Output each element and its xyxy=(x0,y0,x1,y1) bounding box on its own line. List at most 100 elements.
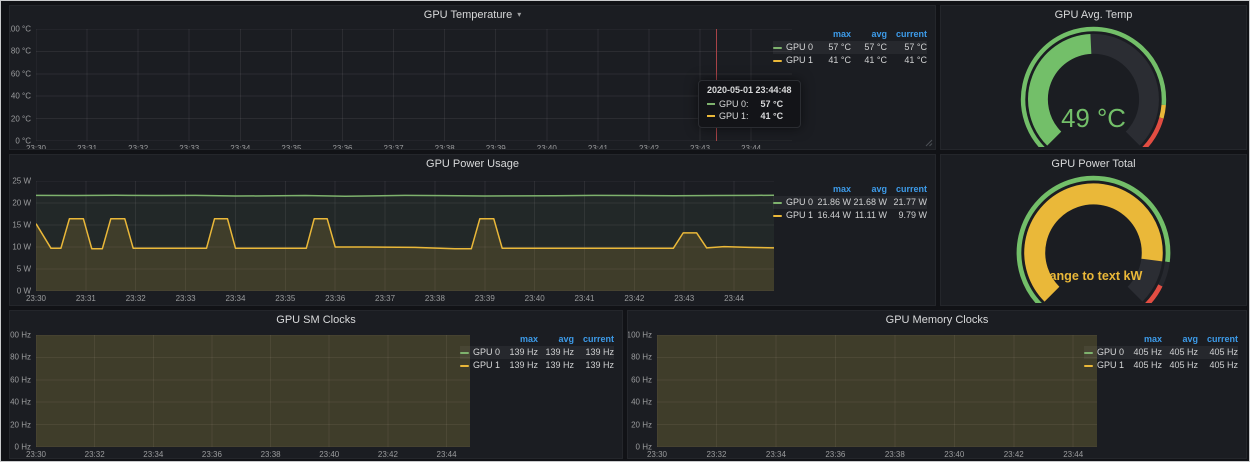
legend-header[interactable]: avg xyxy=(851,28,887,41)
x-axis-tick-label: 23:31 xyxy=(76,294,96,303)
legend-series-color xyxy=(1084,365,1093,367)
legend-value: 21.68 W xyxy=(851,196,887,209)
x-axis-tick-label: 23:36 xyxy=(332,144,352,150)
legend-value: 139 Hz xyxy=(538,359,574,372)
x-axis-tick-label: 23:44 xyxy=(437,450,457,459)
legend-header[interactable]: max xyxy=(1126,333,1162,346)
legend-value: 57 °C xyxy=(815,41,851,54)
legend-series-toggle[interactable]: GPU 0 xyxy=(1084,346,1126,359)
legend-header[interactable]: current xyxy=(887,28,927,41)
panel-title-gpu-power-usage[interactable]: GPU Power Usage xyxy=(10,155,935,175)
x-axis-tick-label: 23:41 xyxy=(574,294,594,303)
x-axis-tick-label: 23:40 xyxy=(944,450,964,459)
x-axis-tick-label: 23:32 xyxy=(128,144,148,150)
x-axis-tick-label: 23:36 xyxy=(325,294,345,303)
x-axis-tick-label: 23:38 xyxy=(261,450,281,459)
x-axis-tick-label: 23:43 xyxy=(690,144,710,150)
gauge: 49 °C xyxy=(941,26,1246,147)
y-axis-tick-label: 40 °C xyxy=(11,92,31,101)
x-axis-tick-label: 23:40 xyxy=(319,450,339,459)
legend-header[interactable]: current xyxy=(887,183,927,196)
chart-canvas[interactable] xyxy=(36,181,774,291)
legend-value: 41 °C xyxy=(815,54,851,67)
legend-header[interactable]: current xyxy=(574,333,614,346)
panel-title-text: GPU Power Total xyxy=(1051,158,1135,170)
x-axis-tick-label: 23:33 xyxy=(176,294,196,303)
series-color-marker xyxy=(707,103,715,105)
legend-series-color xyxy=(773,60,782,62)
legend-series-toggle[interactable]: GPU 1 xyxy=(1084,359,1126,372)
legend-header[interactable]: max xyxy=(502,333,538,346)
chart-plot-area[interactable] xyxy=(36,181,774,291)
panel-title-text: GPU SM Clocks xyxy=(276,314,355,326)
y-axis-tick-label: 100 Hz xyxy=(9,331,31,340)
legend-header[interactable]: avg xyxy=(1162,333,1198,346)
chart-canvas[interactable] xyxy=(657,335,1097,447)
legend-series-color xyxy=(460,352,469,354)
gauge: range to text kW xyxy=(941,175,1246,303)
chart-plot-area[interactable] xyxy=(657,335,1097,447)
x-axis-tick-label: 23:44 xyxy=(741,144,761,150)
y-axis-tick-label: 80 °C xyxy=(11,47,31,56)
panel-title-gpu-avg-temp[interactable]: GPU Avg. Temp xyxy=(941,6,1246,26)
y-axis-tick-label: 20 W xyxy=(12,199,31,208)
legend-series-toggle[interactable]: GPU 0 xyxy=(773,196,815,209)
y-axis-tick-label: 60 Hz xyxy=(631,375,652,384)
legend-value: 405 Hz xyxy=(1198,359,1238,372)
panel-resize-handle[interactable] xyxy=(925,139,933,147)
panel-gpu-power-total: GPU Power Total range to text kW xyxy=(940,154,1247,306)
legend-header[interactable]: current xyxy=(1198,333,1238,346)
chart-plot-area[interactable] xyxy=(36,29,792,141)
y-axis-tick-label: 15 W xyxy=(12,221,31,230)
x-axis-tick-label: 23:36 xyxy=(202,450,222,459)
legend-series-color xyxy=(460,365,469,367)
legend-series-color xyxy=(1084,352,1093,354)
x-axis-tick-label: 23:33 xyxy=(179,144,199,150)
x-axis-tick-label: 23:38 xyxy=(885,450,905,459)
panel-title-gpu-memory-clocks[interactable]: GPU Memory Clocks xyxy=(628,311,1246,331)
legend-value: 139 Hz xyxy=(502,359,538,372)
y-axis-tick-label: 80 Hz xyxy=(10,353,31,362)
legend-series-toggle[interactable]: GPU 1 xyxy=(773,209,815,222)
legend-header[interactable]: max xyxy=(815,28,851,41)
x-axis-tick-label: 23:41 xyxy=(588,144,608,150)
gauge-value-text: range to text kW xyxy=(1045,269,1143,283)
x-axis-tick-label: 23:37 xyxy=(375,294,395,303)
x-axis-tick-label: 23:39 xyxy=(486,144,506,150)
grafana-dashboard: GPU Temperature▾ maxavgcurrentGPU 057 °C… xyxy=(0,0,1250,462)
x-axis-tick-label: 23:35 xyxy=(275,294,295,303)
panel-title-gpu-sm-clocks[interactable]: GPU SM Clocks xyxy=(10,311,622,331)
x-axis-tick-label: 23:34 xyxy=(143,450,163,459)
legend-series-toggle[interactable]: GPU 0 xyxy=(773,41,815,54)
legend-series-toggle[interactable]: GPU 0 xyxy=(460,346,502,359)
legend-series-toggle[interactable]: GPU 1 xyxy=(460,359,502,372)
legend-value: 405 Hz xyxy=(1126,346,1162,359)
legend-header[interactable]: avg xyxy=(538,333,574,346)
panel-title-gpu-temperature[interactable]: GPU Temperature▾ xyxy=(10,6,935,26)
chart-canvas[interactable] xyxy=(36,29,792,141)
legend-value: 57 °C xyxy=(851,41,887,54)
x-axis-tick-label: 23:39 xyxy=(475,294,495,303)
x-axis-tick-label: 23:30 xyxy=(26,294,46,303)
legend-header[interactable]: max xyxy=(815,183,851,196)
panel-title-gpu-power-total[interactable]: GPU Power Total xyxy=(941,155,1246,175)
panel-gpu-memory-clocks: GPU Memory Clocks maxavgcurrentGPU 0405 … xyxy=(627,310,1247,459)
x-axis-tick-label: 23:42 xyxy=(624,294,644,303)
x-axis-tick-label: 23:42 xyxy=(378,450,398,459)
chart-canvas[interactable] xyxy=(36,335,470,447)
legend-header[interactable]: avg xyxy=(851,183,887,196)
x-axis-tick-label: 23:38 xyxy=(435,144,455,150)
x-axis-tick-label: 23:44 xyxy=(1063,450,1083,459)
x-axis-tick-label: 23:32 xyxy=(85,450,105,459)
legend-value: 139 Hz xyxy=(574,346,614,359)
y-axis-tick-label: 100 Hz xyxy=(627,331,652,340)
legend-series-toggle[interactable]: GPU 1 xyxy=(773,54,815,67)
x-axis-tick-label: 23:40 xyxy=(537,144,557,150)
y-axis-tick-label: 5 W xyxy=(17,265,31,274)
tooltip-row: GPU 0: 57 °C xyxy=(707,98,792,110)
chart-plot-area[interactable] xyxy=(36,335,470,447)
x-axis-tick-label: 23:36 xyxy=(825,450,845,459)
legend-value: 41 °C xyxy=(887,54,927,67)
y-axis-tick-label: 20 Hz xyxy=(631,420,652,429)
legend-value: 21.86 W xyxy=(815,196,851,209)
